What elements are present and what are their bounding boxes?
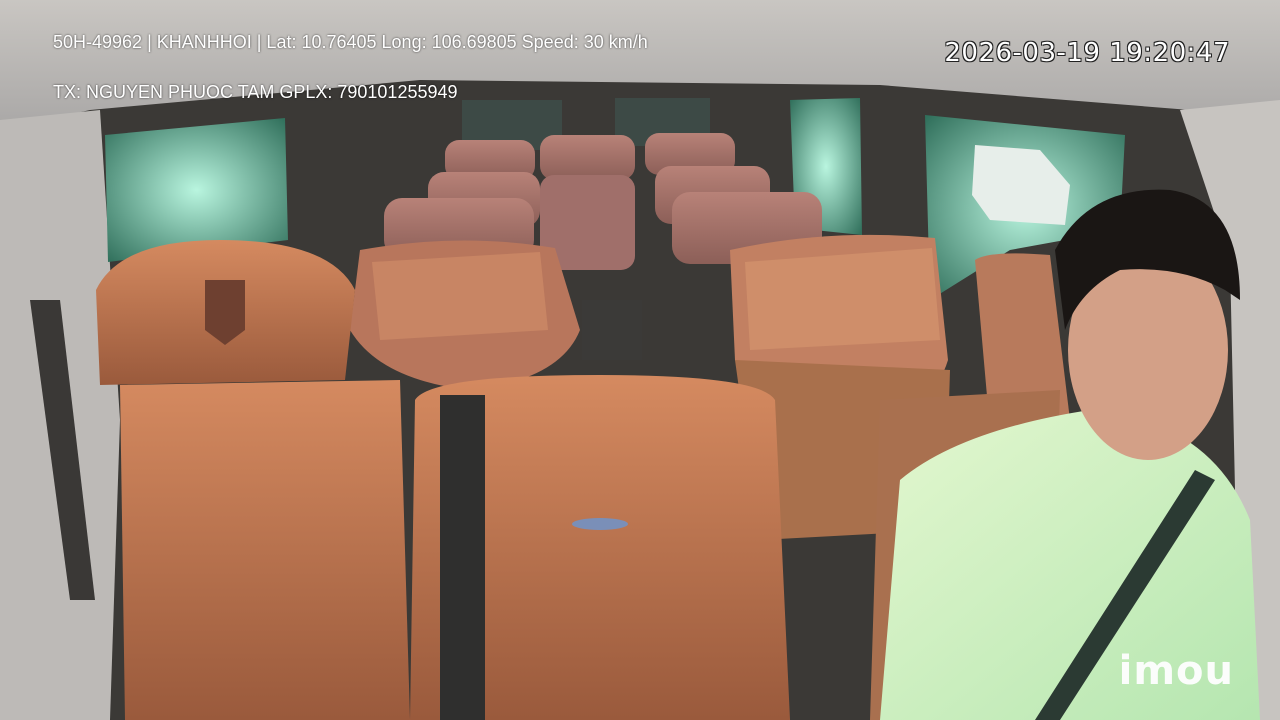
left-window [105, 118, 288, 262]
seat-belt-strap [440, 395, 485, 720]
van-interior-image [0, 0, 1280, 720]
front-center-seat [410, 375, 790, 720]
dashcam-frame: 50H-49962 | KHANHHOI | Lat: 10.76405 Lon… [0, 0, 1280, 720]
driver-info-overlay: TX: NGUYEN PHUOC TAM GPLX: 790101255949 [53, 82, 458, 102]
vehicle-info-overlay: 50H-49962 | KHANHHOI | Lat: 10.76405 Lon… [53, 32, 648, 52]
imou-logo: imou [1118, 648, 1234, 694]
timestamp-overlay: 2026-03-19 19:20:47 [944, 38, 1230, 68]
